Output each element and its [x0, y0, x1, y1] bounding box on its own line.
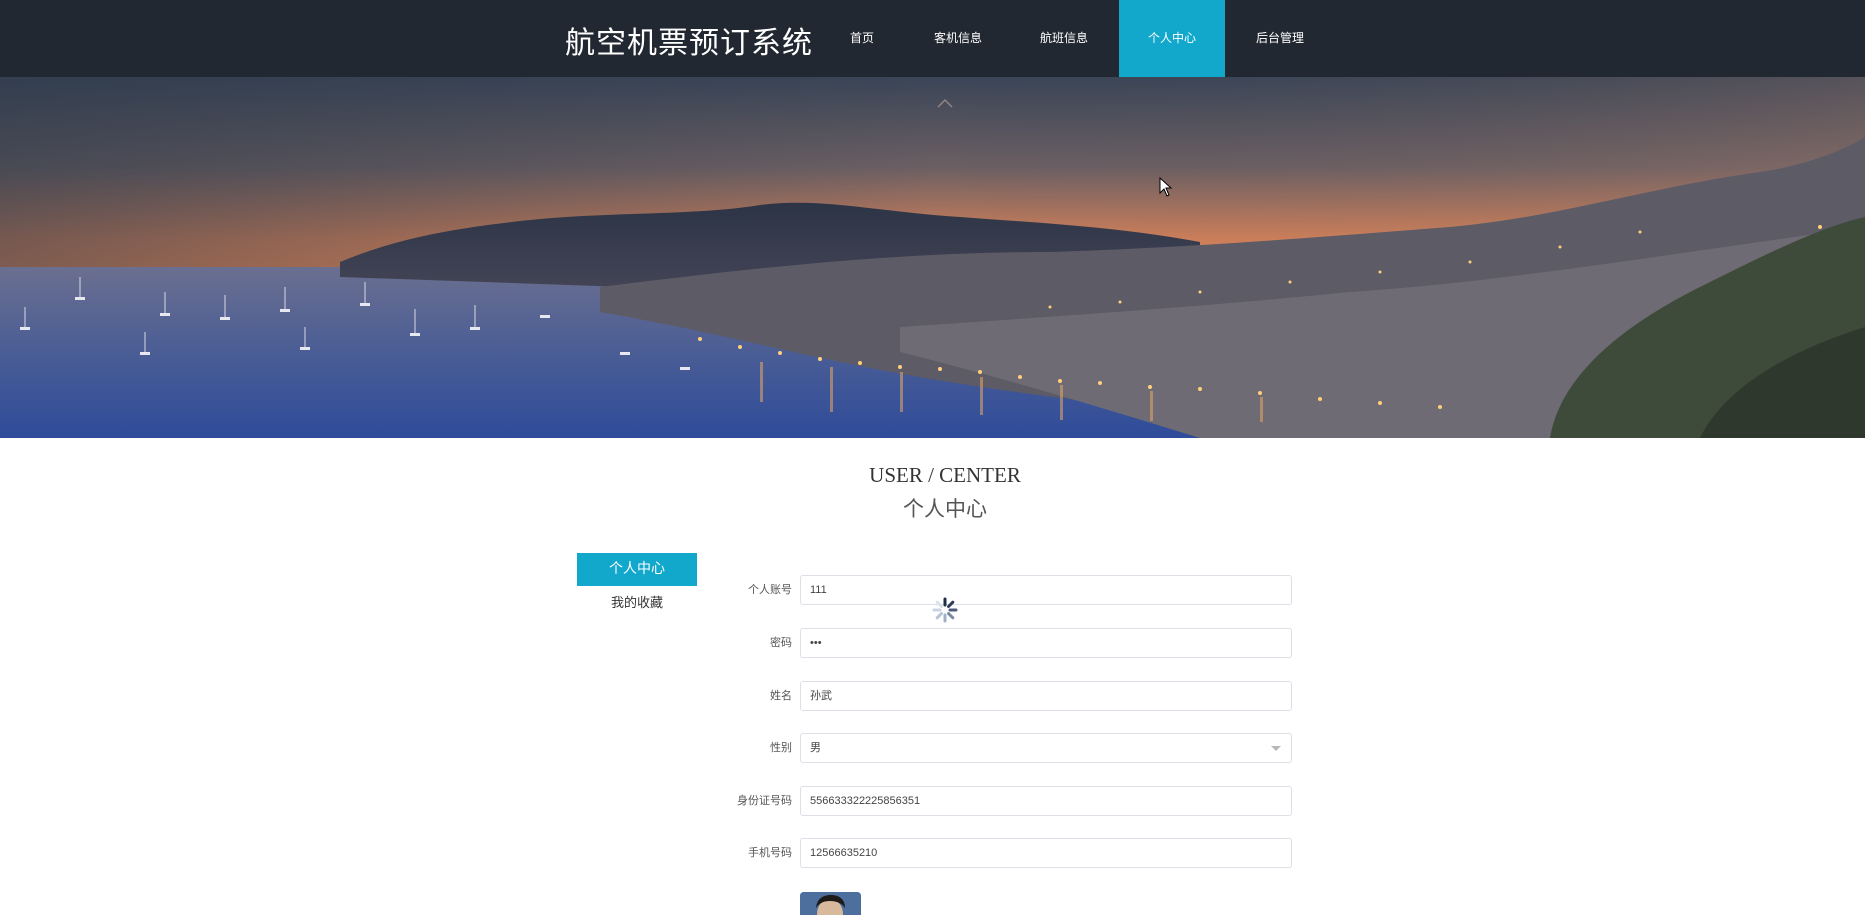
- password-input[interactable]: •••: [800, 628, 1292, 658]
- gender-label: 性别: [770, 741, 792, 754]
- chevron-down-icon: [1271, 746, 1281, 751]
- name-input[interactable]: 孙武: [800, 681, 1292, 711]
- top-nav-bar: 航空机票预订系统 首页 客机信息 航班信息 个人中心 后台管理: [0, 0, 1865, 77]
- form-row-phone: 手机号码 12566635210: [720, 838, 1292, 868]
- id-number-label: 身份证号码: [737, 794, 792, 807]
- name-label: 姓名: [770, 689, 792, 702]
- site-brand[interactable]: 航空机票预订系统: [565, 18, 813, 62]
- hero-banner-image: [0, 77, 1865, 438]
- section-title-en: USER / CENTER: [869, 463, 1021, 487]
- sidebar-item-user-center[interactable]: 个人中心: [577, 553, 697, 586]
- section-title-cn: 个人中心: [903, 497, 987, 521]
- form-row-gender: 性别 男: [720, 733, 1292, 763]
- sidebar-item-favorites[interactable]: 我的收藏: [577, 592, 697, 612]
- form-row-password: 密码 •••: [720, 628, 1292, 658]
- form-row-name: 姓名 孙武: [720, 681, 1292, 711]
- nav-flight-info[interactable]: 航班信息: [1034, 0, 1094, 77]
- phone-input[interactable]: 12566635210: [800, 838, 1292, 868]
- avatar[interactable]: [800, 892, 861, 915]
- nav-home[interactable]: 首页: [836, 0, 888, 77]
- id-number-input[interactable]: 556633322225856351: [800, 786, 1292, 816]
- form-row-account: 个人账号 111: [720, 575, 1292, 605]
- mouse-cursor-icon: [1159, 177, 1173, 197]
- account-input[interactable]: 111: [800, 575, 1292, 605]
- password-label: 密码: [770, 636, 792, 649]
- loading-spinner-icon: [932, 597, 958, 623]
- nav-user-center[interactable]: 个人中心: [1119, 0, 1225, 77]
- nav-aircraft-info[interactable]: 客机信息: [928, 0, 988, 77]
- phone-label: 手机号码: [748, 846, 792, 859]
- nav-admin[interactable]: 后台管理: [1250, 0, 1310, 77]
- gender-select[interactable]: 男: [800, 733, 1292, 763]
- form-row-id-number: 身份证号码 556633322225856351: [720, 786, 1292, 816]
- account-label: 个人账号: [748, 583, 792, 596]
- gender-selected-value: 男: [810, 742, 821, 754]
